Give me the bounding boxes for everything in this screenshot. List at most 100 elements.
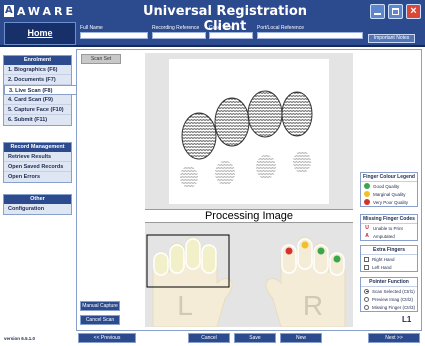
legend-marginal: Marginal Quality xyxy=(361,190,417,198)
port-local-reference-input[interactable] xyxy=(257,32,363,39)
live-scan-panel: Scan Set Processing Image L R Manual Cap… xyxy=(76,49,422,331)
fingerprint-3 xyxy=(247,90,283,138)
version-label: version 6.5.1.0 xyxy=(4,336,36,341)
aware-logo-text: AWARE xyxy=(16,4,76,18)
extra-left-hand[interactable]: Left Hand xyxy=(361,263,417,271)
finger-colour-legend-title: Finger Colour Legend xyxy=(361,173,417,182)
nav-live-scan[interactable]: 3. Live Scan (F8) xyxy=(4,85,76,95)
new-button[interactable]: New xyxy=(280,333,322,343)
extra-right-hand[interactable]: Right Hand xyxy=(361,255,417,263)
fingerprint-4 xyxy=(281,91,313,137)
left-ring-finger[interactable] xyxy=(169,244,185,274)
missing-finger-codes: Missing Finger Codes U Unable to Print AA… xyxy=(360,214,418,241)
close-button[interactable]: × xyxy=(406,4,421,19)
fingerprint-faint-3 xyxy=(256,155,276,179)
full-name-label: Full Name xyxy=(80,25,103,31)
scan-set-button[interactable]: Scan Set xyxy=(81,54,121,64)
preview-image-radio[interactable] xyxy=(364,296,369,302)
previous-button[interactable]: << Previous xyxy=(78,333,136,343)
finger-status-good xyxy=(317,247,325,255)
nav-submit[interactable]: 6. Submit (F11) xyxy=(4,115,71,125)
case-type-input[interactable] xyxy=(209,32,253,39)
cancel-scan-button[interactable]: Cancel Scan xyxy=(80,315,120,325)
amputated-code: A xyxy=(365,233,369,239)
finger-status-good xyxy=(333,255,341,263)
fingerprint-faint-2 xyxy=(215,161,235,185)
hand-diagram-svg: L R xyxy=(146,234,346,328)
unable-code: U xyxy=(365,225,369,231)
recording-reference-input[interactable] xyxy=(152,32,206,39)
cancel-button[interactable]: Cancel xyxy=(188,333,230,343)
full-name-field: Full Name xyxy=(80,25,148,39)
maximize-button[interactable] xyxy=(388,4,403,19)
hand-diagram: L R xyxy=(145,223,353,328)
marginal-quality-dot-icon xyxy=(364,191,370,197)
aware-logo: A AWARE xyxy=(4,4,76,18)
enrolment-section: Enrolment 1. Biographics (F6) 2. Documen… xyxy=(3,55,76,126)
left-little-finger[interactable] xyxy=(153,252,169,276)
right-hand-letter: R xyxy=(303,290,323,321)
nav-retrieve-results[interactable]: Retrieve Results xyxy=(4,152,71,162)
nav-biographics[interactable]: 1. Biographics (F6) xyxy=(4,65,71,75)
pointer-preview-image[interactable]: Preview Imag (Ctrl2) xyxy=(361,295,417,303)
scan-selected-radio[interactable] xyxy=(364,288,369,294)
nav-configuration[interactable]: Configuration xyxy=(4,204,71,214)
legend-good: Good Quality xyxy=(361,182,417,190)
preview-image-key: (Ctrl2) xyxy=(400,296,414,302)
nav-open-saved-records[interactable]: Open Saved Records xyxy=(4,162,71,172)
app-header: A AWARE Universal Registration Client × … xyxy=(0,0,425,47)
close-icon: × xyxy=(410,5,417,17)
poor-quality-dot-icon xyxy=(364,199,370,205)
fingerprint-scan-svg xyxy=(180,90,313,188)
pointer-function-title: Pointer Function xyxy=(361,278,417,287)
next-button[interactable]: Next >> xyxy=(368,333,420,343)
missing-finger-label: Missing Finger xyxy=(372,304,402,310)
recording-reference-label: Recording Reference xyxy=(152,25,200,31)
home-button[interactable]: Home xyxy=(4,22,76,45)
pointer-scan-selected[interactable]: Scan Selected (Ctrl1) xyxy=(361,287,417,295)
finger-status-marginal xyxy=(301,241,309,249)
amputated-label: Amputated xyxy=(373,233,395,239)
legend-good-label: Good Quality xyxy=(373,183,400,189)
minimize-button[interactable] xyxy=(370,4,385,19)
finger-colour-legend: Finger Colour Legend Good Quality Margin… xyxy=(360,172,418,207)
other-section: Other Configuration xyxy=(3,194,72,215)
record-management-header: Record Management xyxy=(4,143,71,152)
right-hand-checkbox[interactable] xyxy=(364,256,369,262)
right-hand-label: Right Hand xyxy=(372,256,395,262)
legend-marginal-label: Marginal Quality xyxy=(373,191,406,197)
unable-label: Unable to Print xyxy=(373,225,403,231)
pointer-missing-finger[interactable]: Missing Finger (Ctrl3) xyxy=(361,303,417,311)
manual-capture-button[interactable]: Manual Capture xyxy=(80,301,120,311)
nav-open-errors[interactable]: Open Errors xyxy=(4,172,71,182)
preview-image-label: Preview Imag xyxy=(372,296,400,302)
port-local-reference-field: Port/Local Reference xyxy=(257,25,363,39)
scan-selected-key: (Ctrl1) xyxy=(402,288,415,294)
nav-capture-face[interactable]: 5. Capture Face (F10) xyxy=(4,105,71,115)
processing-image-label: Processing Image xyxy=(145,209,353,223)
left-middle-finger[interactable] xyxy=(185,238,201,270)
nav-documents[interactable]: 2. Documents (F7) xyxy=(4,75,71,85)
maximize-icon xyxy=(392,8,399,15)
fingerprint-image xyxy=(169,59,329,204)
fingerprint-2 xyxy=(214,97,250,147)
left-hand-checkbox[interactable] xyxy=(364,264,369,270)
nav-card-scan[interactable]: 4. Card Scan (F9) xyxy=(4,95,71,105)
save-button[interactable]: Save xyxy=(234,333,276,343)
footer-bar: << Previous Cancel Save New Next >> xyxy=(76,331,425,346)
legend-poor-label: Very Poor Quality xyxy=(373,199,409,205)
record-management-section: Record Management Retrieve Results Open … xyxy=(3,142,72,183)
enrolment-header: Enrolment xyxy=(4,56,71,65)
aware-logo-mark: A xyxy=(4,5,14,17)
case-type-label: Case Type xyxy=(209,25,233,31)
important-notes-button[interactable]: Important Notes xyxy=(368,34,415,43)
recording-reference-field: Recording Reference xyxy=(152,25,206,39)
left-hand-letter: L xyxy=(177,290,193,321)
left-index-finger[interactable] xyxy=(201,244,217,274)
full-name-input[interactable] xyxy=(80,32,148,39)
window-controls: × xyxy=(370,4,421,19)
missing-finger-radio[interactable] xyxy=(364,304,369,310)
fingerprint-faint-1 xyxy=(180,166,198,188)
extra-fingers-panel: Extra Fingers Right Hand Left Hand xyxy=(360,245,418,272)
finger-status-very-poor xyxy=(285,247,293,255)
